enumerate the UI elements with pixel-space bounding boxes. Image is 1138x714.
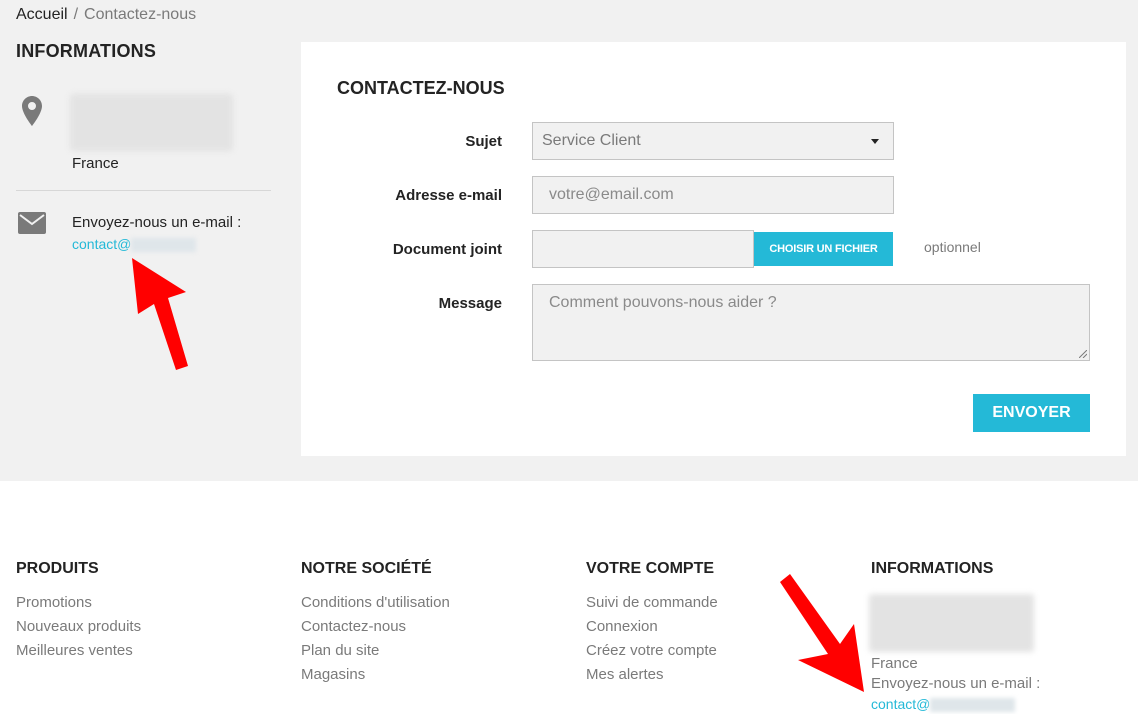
sidebar-mail-link-text[interactable]: contact@ — [72, 236, 131, 252]
footer-redacted-address — [869, 594, 1034, 652]
message-textarea[interactable]: Comment pouvons-nous aider ? — [532, 284, 1090, 361]
contact-form-card: CONTACTEZ-NOUS Sujet Service Client Adre… — [301, 42, 1126, 456]
footer-account-title: VOTRE COMPTE — [586, 560, 715, 577]
breadcrumb-home[interactable]: Accueil — [16, 6, 68, 23]
sidebar-country: France — [72, 155, 119, 172]
file-label: Document joint — [392, 241, 502, 258]
footer-link-create-account[interactable]: Créez votre compte — [586, 642, 718, 659]
footer-products: PRODUITS Promotions Nouveaux produits Me… — [16, 560, 141, 666]
footer-link-contact[interactable]: Contactez-nous — [301, 618, 450, 635]
footer-country: France — [871, 655, 918, 672]
envelope-icon — [18, 212, 46, 234]
breadcrumb: Accueil / Contactez-nous — [16, 6, 196, 24]
sidebar-mail-link[interactable]: contact@ — [72, 236, 197, 253]
footer-link-sitemap[interactable]: Plan du site — [301, 642, 450, 659]
footer-mail-label: Envoyez-nous un e-mail : — [871, 675, 1041, 692]
footer-info: INFORMATIONS — [871, 560, 993, 578]
breadcrumb-current: Contactez-nous — [84, 6, 197, 23]
breadcrumb-separator: / — [73, 6, 79, 23]
main-section: Accueil / Contactez-nous INFORMATIONS Fran… — [0, 0, 1138, 481]
file-input[interactable] — [532, 230, 754, 268]
location-pin-icon — [22, 96, 42, 126]
footer-products-title: PRODUITS — [16, 560, 99, 577]
subject-select-value: Service Client — [542, 132, 641, 149]
sidebar-divider — [16, 190, 271, 191]
file-optional-note: optionnel — [924, 239, 981, 255]
email-placeholder: votre@email.com — [549, 186, 674, 203]
footer-link-promotions[interactable]: Promotions — [16, 594, 141, 611]
choose-file-button[interactable]: CHOISIR UN FICHIER — [754, 232, 893, 266]
caret-down-icon — [871, 139, 879, 144]
redacted-domain — [131, 238, 197, 253]
resize-handle-icon[interactable] — [1079, 350, 1087, 358]
footer-account: VOTRE COMPTE Suivi de commande Connexion… — [586, 560, 718, 690]
footer-link-login[interactable]: Connexion — [586, 618, 718, 635]
footer-link-order-tracking[interactable]: Suivi de commande — [586, 594, 718, 611]
footer-link-alerts[interactable]: Mes alertes — [586, 666, 718, 683]
annotation-arrow-up — [132, 258, 188, 370]
redacted-address — [70, 94, 233, 151]
subject-label: Sujet — [465, 133, 502, 150]
footer-mail-link-text[interactable]: contact@ — [871, 696, 930, 712]
footer-company: NOTRE SOCIÉTÉ Conditions d'utilisation C… — [301, 560, 450, 690]
footer-redacted-domain — [930, 698, 1016, 713]
email-label: Adresse e-mail — [395, 187, 502, 204]
message-label: Message — [438, 295, 502, 312]
footer-link-new-products[interactable]: Nouveaux produits — [16, 618, 141, 635]
footer-info-title: INFORMATIONS — [871, 560, 994, 577]
submit-button[interactable]: ENVOYER — [973, 394, 1090, 432]
email-input[interactable]: votre@email.com — [532, 176, 894, 214]
footer-link-terms[interactable]: Conditions d'utilisation — [301, 594, 450, 611]
subject-select[interactable]: Service Client — [532, 122, 894, 160]
form-title: CONTACTEZ-NOUS — [337, 78, 505, 98]
footer-link-best-sales[interactable]: Meilleures ventes — [16, 642, 141, 659]
sidebar-mail-label: Envoyez-nous un e-mail : — [72, 214, 242, 231]
footer-company-title: NOTRE SOCIÉTÉ — [301, 560, 432, 577]
sidebar-title: INFORMATIONS — [16, 41, 157, 61]
footer-link-stores[interactable]: Magasins — [301, 666, 450, 683]
message-placeholder: Comment pouvons-nous aider ? — [549, 294, 777, 311]
annotation-arrow-down — [780, 574, 864, 692]
footer-mail-link[interactable]: contact@ — [871, 696, 1016, 713]
